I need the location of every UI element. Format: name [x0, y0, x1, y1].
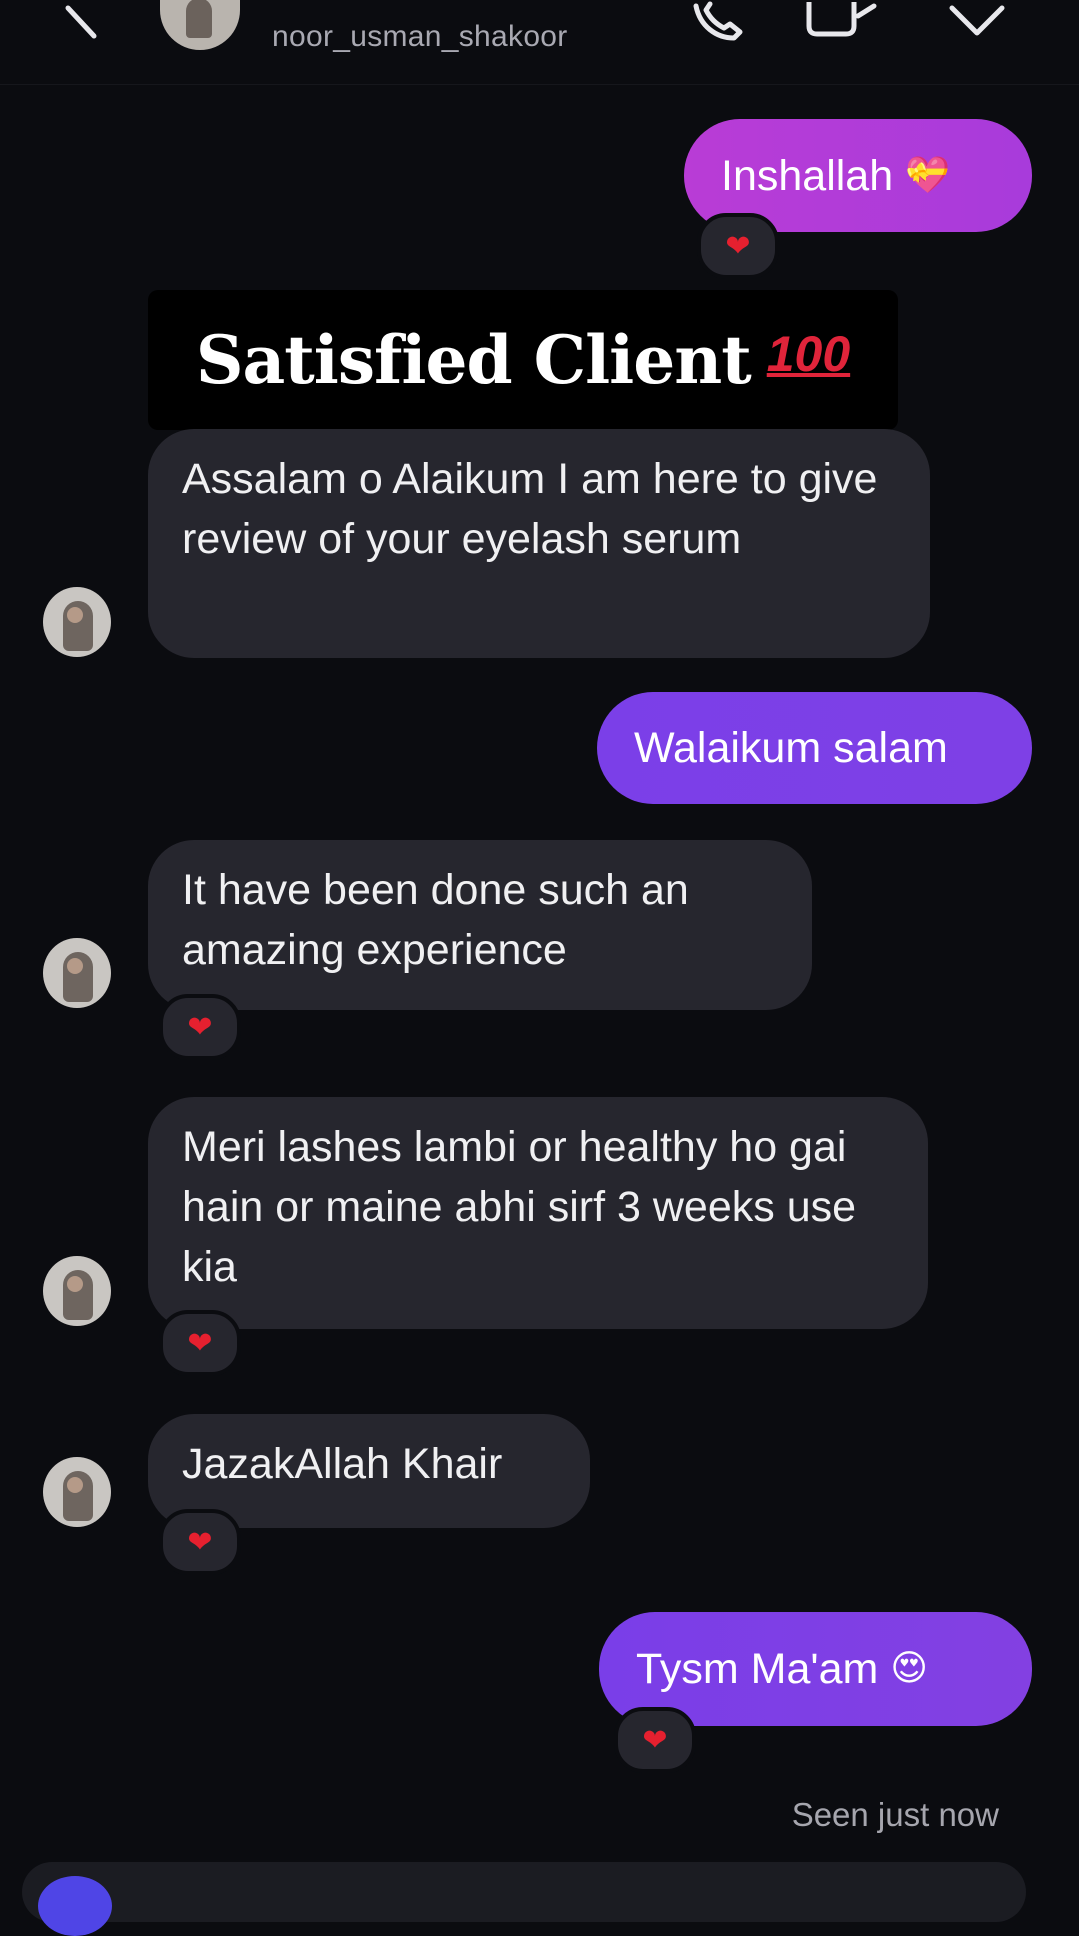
- sender-avatar[interactable]: [43, 1256, 111, 1326]
- camera-button[interactable]: [38, 1876, 112, 1936]
- message-text: JazakAllah Khair: [182, 1440, 503, 1488]
- sender-avatar[interactable]: [43, 1457, 111, 1527]
- heart-reaction-icon[interactable]: ❤: [159, 1509, 241, 1575]
- heart-gift-emoji: 💝: [905, 154, 950, 196]
- message-text: Meri lashes lambi or healthy ho gai hain…: [182, 1123, 857, 1291]
- contact-avatar[interactable]: [160, 0, 240, 50]
- back-arrow-icon[interactable]: [60, 0, 110, 45]
- heart-reaction-icon[interactable]: ❤: [697, 213, 779, 279]
- seen-status: Seen just now: [791, 1796, 999, 1833]
- heart-reaction-icon[interactable]: ❤: [159, 1310, 241, 1376]
- message-text: Assalam o Alaikum I am here to give revi…: [182, 455, 878, 563]
- phone-icon[interactable]: [690, 0, 746, 44]
- hundred-points-emoji: 100: [766, 326, 851, 382]
- message-text: Walaikum salam: [634, 724, 948, 772]
- chevron-down-icon[interactable]: [948, 0, 1006, 40]
- satisfied-client-banner: Satisfied Client 100: [148, 290, 898, 430]
- heart-reaction-icon[interactable]: ❤: [614, 1707, 696, 1773]
- incoming-message[interactable]: Assalam o Alaikum I am here to give revi…: [148, 429, 930, 658]
- chat-header: noor_usman_shakoor: [0, 0, 1079, 85]
- sender-avatar[interactable]: [43, 938, 111, 1008]
- message-text: Tysm Ma'am: [636, 1645, 879, 1693]
- incoming-message[interactable]: Meri lashes lambi or healthy ho gai hain…: [148, 1097, 928, 1329]
- video-icon[interactable]: [806, 0, 878, 40]
- heart-reaction-icon[interactable]: ❤: [159, 994, 241, 1060]
- message-text: Inshallah: [721, 151, 894, 200]
- message-composer[interactable]: [22, 1862, 1026, 1922]
- sender-avatar[interactable]: [43, 587, 111, 657]
- heart-eyes-emoji: 😍: [890, 1648, 928, 1689]
- message-text: It have been done such an amazing experi…: [182, 866, 689, 974]
- incoming-message[interactable]: It have been done such an amazing experi…: [148, 840, 812, 1010]
- banner-title: Satisfied Client: [195, 321, 752, 399]
- contact-username[interactable]: noor_usman_shakoor: [272, 20, 568, 54]
- outgoing-message[interactable]: Walaikum salam: [597, 692, 1032, 804]
